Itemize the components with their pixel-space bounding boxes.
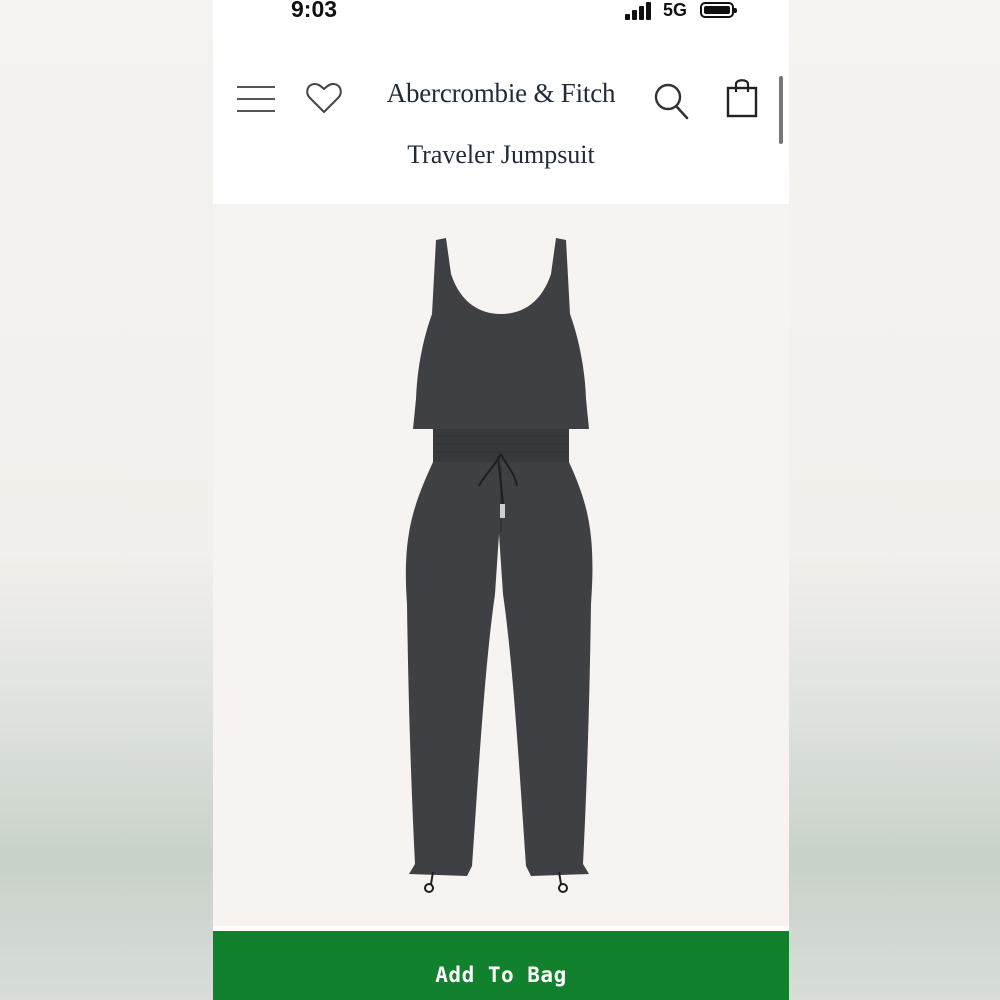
- signal-icon: [625, 2, 655, 20]
- menu-icon[interactable]: [237, 86, 275, 114]
- scrollbar[interactable]: [779, 76, 783, 144]
- heart-icon[interactable]: [305, 80, 343, 116]
- product-image-area[interactable]: [213, 204, 789, 926]
- network-label: 5G: [663, 0, 688, 20]
- add-to-bag-button[interactable]: Add To Bag: [213, 931, 789, 1000]
- status-bar: 9:03 5G: [213, 0, 789, 30]
- phone-screen: 9:03 5G Abercrombie & Fitch Traveler Jum…: [213, 0, 789, 1000]
- battery-icon: [700, 2, 737, 18]
- brand-logo[interactable]: Abercrombie & Fitch: [373, 78, 629, 109]
- status-time: 9:03: [291, 0, 338, 22]
- search-icon[interactable]: [653, 82, 689, 120]
- bag-icon[interactable]: [725, 76, 759, 118]
- site-header: Abercrombie & Fitch Traveler Jumpsuit: [213, 52, 789, 202]
- page-title: Traveler Jumpsuit: [407, 140, 595, 169]
- jumpsuit-product-image[interactable]: [213, 204, 789, 926]
